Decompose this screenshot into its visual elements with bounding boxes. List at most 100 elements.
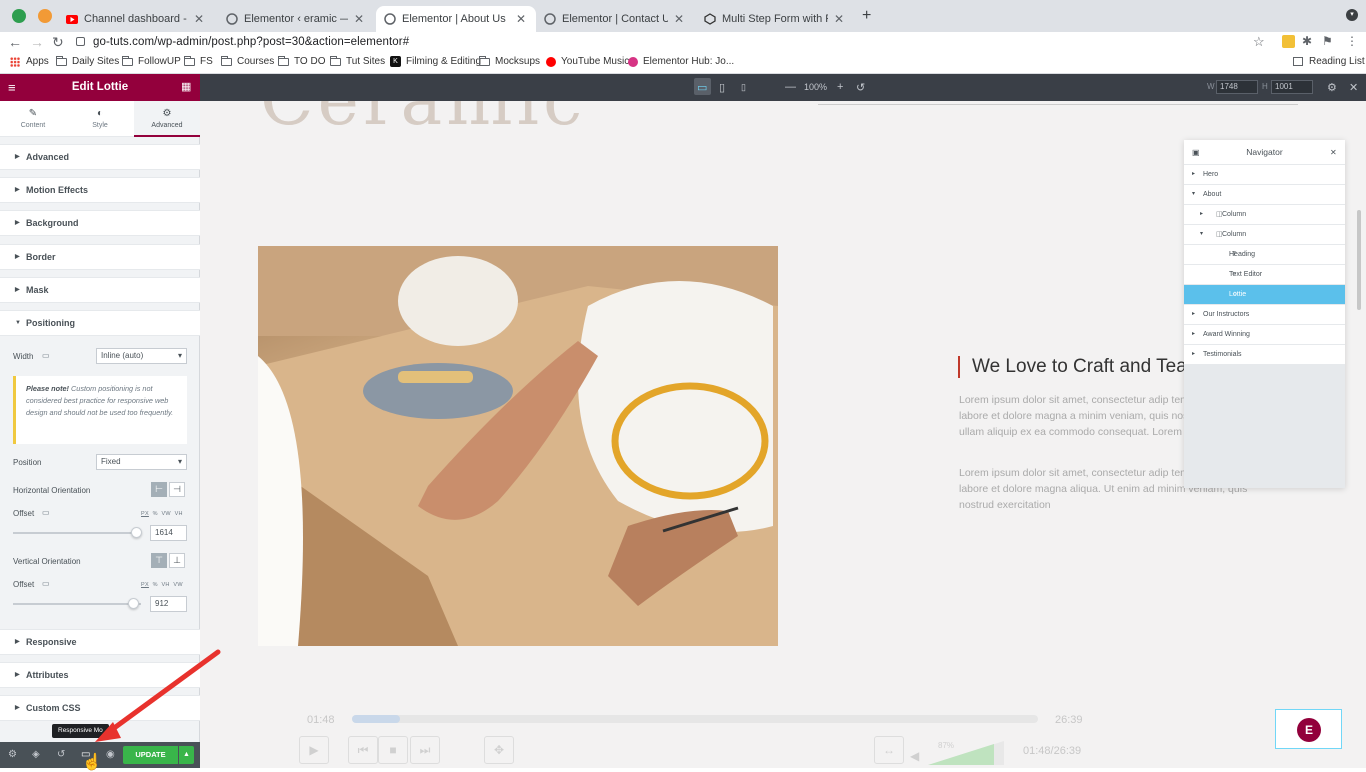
desktop-icon[interactable]: ▭ xyxy=(697,81,707,94)
pinned-tab-icon[interactable] xyxy=(12,9,26,23)
caret-right-icon[interactable]: ▸ xyxy=(1192,325,1195,344)
desktop-icon[interactable]: ▭ xyxy=(42,579,50,588)
bookmark-star-icon[interactable]: ☆ xyxy=(1253,34,1265,50)
section-responsive[interactable]: ▶ Responsive xyxy=(0,629,200,655)
h-offset-input[interactable]: 1614 xyxy=(150,525,187,541)
section-motion-effects[interactable]: ▶ Motion Effects xyxy=(0,177,200,203)
skip-back-icon[interactable]: ⏮ xyxy=(348,736,378,764)
h-offset-slider-handle[interactable] xyxy=(130,527,142,538)
caret-down-icon[interactable]: ▾ xyxy=(1200,225,1203,244)
fullscreen-icon[interactable]: ✥ xyxy=(484,736,514,764)
play-icon[interactable]: ▶ xyxy=(299,736,329,764)
mobile-icon[interactable]: ▯ xyxy=(741,82,746,93)
reset-zoom-icon[interactable]: ↺ xyxy=(856,81,865,94)
align-top-icon[interactable]: ⊤ xyxy=(151,553,167,568)
section-border[interactable]: ▶ Border xyxy=(0,244,200,270)
bookmark-folder[interactable]: FS xyxy=(184,55,213,67)
browser-tab-active[interactable]: Elementor | About Us ✕ xyxy=(376,6,536,32)
align-right-icon[interactable]: ⊣ xyxy=(169,482,185,497)
width-select[interactable]: Inline (auto) xyxy=(96,348,187,364)
bookmark-folder[interactable]: Tut Sites xyxy=(330,55,385,67)
settings-icon[interactable]: ⚙ xyxy=(1327,81,1337,94)
navigator-item[interactable]: ▸ Our Instructors xyxy=(1184,305,1345,325)
caret-right-icon[interactable]: ▸ xyxy=(1192,165,1195,184)
elementor-floating-button[interactable]: E xyxy=(1275,709,1342,749)
tab-search-icon[interactable]: ▾ xyxy=(1346,9,1358,21)
extension-icon[interactable] xyxy=(1282,35,1295,48)
reading-list[interactable]: Reading List xyxy=(1293,56,1365,67)
h-units[interactable]: PX % VW VH xyxy=(141,511,183,517)
close-icon[interactable]: ✕ xyxy=(1349,81,1358,94)
bookmark-folder[interactable]: Daily Sites xyxy=(56,55,119,67)
update-options-caret-icon[interactable]: ▲ xyxy=(179,746,194,764)
collapse-icon[interactable]: ▣ xyxy=(1192,140,1200,165)
page-scrollbar-thumb[interactable] xyxy=(1357,210,1361,310)
close-tab-icon[interactable]: ✕ xyxy=(352,12,366,26)
close-icon[interactable]: ✕ xyxy=(1330,140,1337,165)
navigator-item[interactable]: ▸ Award Winning xyxy=(1184,325,1345,345)
update-button[interactable]: UPDATE xyxy=(123,746,178,764)
bookmark-item[interactable]: K Filming & Editing xyxy=(390,56,481,67)
zoom-in-icon[interactable]: + xyxy=(837,81,843,93)
browser-tab[interactable]: Channel dashboard - YouTube ✕ xyxy=(58,6,214,32)
tablet-icon[interactable]: ▯ xyxy=(719,81,725,94)
canvas-width-input[interactable]: 1748 xyxy=(1216,80,1258,94)
navigator-item[interactable]: ▾ ◫ Column xyxy=(1184,225,1345,245)
bookmark-folder[interactable]: Courses xyxy=(221,55,274,67)
volume-icon[interactable]: ◀ xyxy=(910,749,919,763)
reload-icon[interactable]: ↻ xyxy=(52,34,64,51)
caret-right-icon[interactable]: ▸ xyxy=(1192,305,1195,324)
resize-icon[interactable]: ↔ xyxy=(874,736,904,764)
bookmark-folder[interactable]: TO DO xyxy=(278,55,325,67)
skip-forward-icon[interactable]: ⏭ xyxy=(410,736,440,764)
v-units[interactable]: PX % VH VW xyxy=(141,582,183,588)
tab-advanced[interactable]: ⚙ Advanced xyxy=(134,101,200,137)
navigator-item[interactable]: ▸ ◫ Column xyxy=(1184,205,1345,225)
navigator-item[interactable]: ≡ Text Editor xyxy=(1184,265,1345,285)
preview-eye-icon[interactable]: ◉ xyxy=(106,749,115,760)
navigator-item[interactable]: ▸ Testimonials xyxy=(1184,345,1345,365)
navigator-layers-icon[interactable]: ◈ xyxy=(32,749,40,760)
settings-icon[interactable]: ⚙ xyxy=(8,749,17,760)
ceramics-image[interactable] xyxy=(258,246,778,646)
h-offset-slider[interactable] xyxy=(13,532,141,534)
navigator-item[interactable]: T Heading xyxy=(1184,245,1345,265)
navigator-item[interactable]: ▾ About xyxy=(1184,185,1345,205)
caret-right-icon[interactable]: ▸ xyxy=(1192,345,1195,364)
bookmark-folder[interactable]: FollowUP xyxy=(122,55,181,67)
stop-icon[interactable]: ■ xyxy=(378,736,408,764)
bookmark-apps[interactable]: Apps xyxy=(10,56,49,67)
url-field[interactable]: go-tuts.com/wp-admin/post.php?post=30&ac… xyxy=(76,34,409,51)
menu-kebab-icon[interactable]: ⋮ xyxy=(1346,34,1358,48)
new-tab-icon[interactable]: + xyxy=(862,7,871,25)
bookmark-item[interactable]: YouTube Music xyxy=(546,56,629,67)
puzzle-icon[interactable]: ✱ xyxy=(1302,34,1312,48)
volume-slider[interactable] xyxy=(928,739,1004,765)
widgets-grid-icon[interactable]: ▦ xyxy=(181,80,191,93)
seek-bar[interactable] xyxy=(352,715,1038,723)
section-custom-css[interactable]: ▶ Custom CSS xyxy=(0,695,200,721)
extension-icon[interactable]: ⚑ xyxy=(1322,34,1333,48)
zoom-out-icon[interactable]: — xyxy=(785,81,796,93)
desktop-icon[interactable]: ▭ xyxy=(42,351,50,360)
pinned-tab-icon[interactable] xyxy=(38,9,52,23)
back-icon[interactable]: ← xyxy=(8,34,22,50)
browser-tab[interactable]: Elementor ‹ eramic — WordPress ✕ xyxy=(218,6,374,32)
forward-icon[interactable]: → xyxy=(30,34,44,50)
v-offset-slider[interactable] xyxy=(13,603,141,605)
tab-content[interactable]: ✎ Content xyxy=(0,101,66,137)
close-tab-icon[interactable]: ✕ xyxy=(514,12,528,26)
bookmark-folder[interactable]: Mocksups xyxy=(479,55,540,67)
section-background[interactable]: ▶ Background xyxy=(0,210,200,236)
section-positioning[interactable]: ▼ Positioning xyxy=(0,310,200,336)
browser-tab[interactable]: Multi Step Form with Progress ✕ xyxy=(696,6,854,32)
close-tab-icon[interactable]: ✕ xyxy=(192,12,206,26)
caret-down-icon[interactable]: ▾ xyxy=(1192,185,1195,204)
close-tab-icon[interactable]: ✕ xyxy=(672,12,686,26)
position-select[interactable]: Fixed xyxy=(96,454,187,470)
align-bottom-icon[interactable]: ⊥ xyxy=(169,553,185,568)
about-heading[interactable]: We Love to Craft and Tea xyxy=(958,356,1187,378)
close-tab-icon[interactable]: ✕ xyxy=(832,12,846,26)
section-mask[interactable]: ▶ Mask xyxy=(0,277,200,303)
section-advanced[interactable]: ▶ Advanced xyxy=(0,144,200,170)
